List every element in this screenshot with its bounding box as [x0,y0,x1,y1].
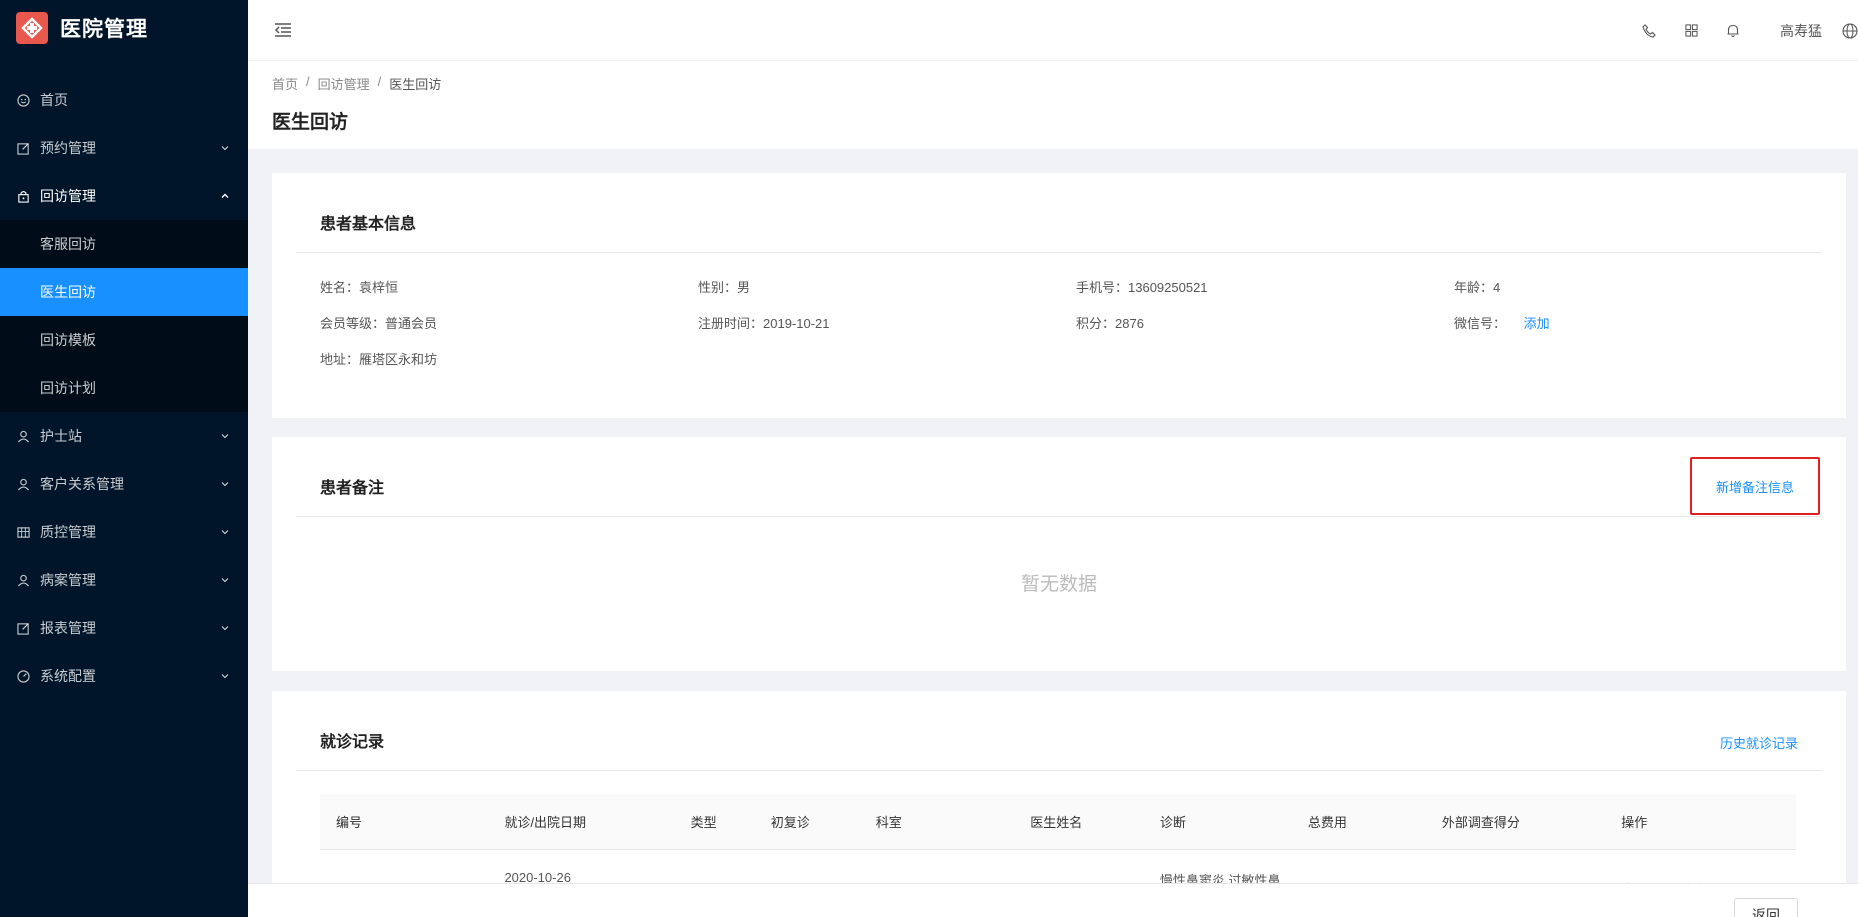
bell-icon[interactable] [1725,23,1741,39]
column-header: 类型 [674,794,755,850]
table-icon [16,525,30,539]
patient-member-level: 会员等级：普通会员 [320,316,438,331]
patient-address: 地址：雁塔区永和坊 [320,352,438,367]
card-title: 患者备注 [320,480,385,497]
column-header: 初复诊 [754,794,860,850]
breadcrumb-separator: / [377,74,382,89]
sidebar-item-label: 病案管理 [40,572,96,588]
sidebar-item-label: 系统配置 [40,668,96,684]
chevron-down-icon [221,626,229,631]
column-header: 外部调查得分 [1425,794,1606,850]
empty-state: 暂无数据 [1020,574,1097,595]
card-title: 患者基本信息 [320,216,417,233]
breadcrumb-separator: / [306,74,310,89]
breadcrumb-home[interactable]: 首页 [272,74,298,93]
lock-box-icon [16,189,30,203]
back-button[interactable]: 返回 [1734,898,1798,917]
column-header: 科室 [859,794,1015,850]
chevron-down-icon [221,530,229,535]
user-icon [16,429,30,443]
sidebar-item-followup[interactable]: 回访管理 [0,172,248,220]
sidebar-item-nurse-station[interactable]: 护士站 [0,412,248,460]
footer-bar: 返回 [248,883,1858,917]
add-wechat-link[interactable]: 添加 [1524,316,1550,331]
sidebar-item-label: 客户关系管理 [40,476,124,492]
column-header: 编号 [320,794,489,850]
column-header: 诊断 [1143,794,1292,850]
column-header: 操作 [1605,794,1796,850]
followup-submenu: 客服回访 医生回访 回访模板 回访计划 [0,220,248,412]
page-title: 医生回访 [272,112,349,133]
column-header: 医生姓名 [1014,794,1144,850]
edit-icon [16,141,30,155]
chevron-down-icon [221,482,229,487]
sidebar-item-home[interactable]: 首页 [0,76,248,124]
logo[interactable]: 医院管理 [0,0,248,56]
breadcrumb: 首页 / 回访管理 / 医生回访 [272,74,1834,93]
patient-wechat: 微信号： 添加 [1454,313,1832,332]
patient-phone: 手机号：13609250521 [1076,280,1208,295]
card-header: 就诊记录 历史就诊记录 [296,691,1822,771]
breadcrumb-section[interactable]: 回访管理 [318,74,370,93]
app-title: 医院管理 [60,18,148,41]
sidebar-subitem-service-followup[interactable]: 客服回访 [0,220,248,268]
sidebar-item-label: 报表管理 [40,620,96,636]
header-actions: 高寿猛 [1628,0,1858,61]
chevron-down-icon [221,578,229,583]
card-header: 患者基本信息 [296,173,1822,253]
user-icon [16,573,30,587]
chevron-down-icon [221,146,229,151]
menu-fold-icon[interactable] [272,19,294,41]
breadcrumb-current: 医生回访 [389,77,442,92]
add-note-highlight: 新增备注信息 [1690,457,1820,515]
patient-info-grid: 姓名：袁梓恒 性别：男 手机号：13609250521 年龄：4 会员等级：普通… [272,253,1846,368]
patient-gender: 性别：男 [698,280,751,295]
side-menu: 首页 预约管理 回访管理 客服回访 医生回访 回访模板 回访计划 护士站 客户关… [0,76,248,700]
top-header: 高寿猛 [248,0,1858,61]
card-title: 就诊记录 [320,734,385,751]
sidebar-item-label: 护士站 [40,428,82,444]
patient-notes-card: 患者备注 暂无数据 [272,437,1846,671]
history-visits-link[interactable]: 历史就诊记录 [1720,733,1798,752]
patient-register-time: 注册时间：2019-10-21 [698,316,830,331]
sidebar-subitem-followup-plan[interactable]: 回访计划 [0,364,248,412]
sidebar-item-appointments[interactable]: 预约管理 [0,124,248,172]
sidebar-item-medical-records[interactable]: 病案管理 [0,556,248,604]
column-header: 总费用 [1291,794,1426,850]
patient-info-card: 患者基本信息 姓名：袁梓恒 性别：男 手机号：13609250521 年龄：4 … [272,173,1846,418]
patient-age: 年龄：4 [1454,280,1501,295]
sidebar-subitem-doctor-followup[interactable]: 医生回访 [0,268,248,316]
wechat-label: 微信号： [1454,316,1507,331]
sidebar-item-reports[interactable]: 报表管理 [0,604,248,652]
sidebar-item-label: 预约管理 [40,140,96,156]
sidebar-item-crm[interactable]: 客户关系管理 [0,460,248,508]
chevron-down-icon [221,434,229,439]
sidebar-item-label: 首页 [40,92,68,108]
sidebar-subitem-followup-template[interactable]: 回访模板 [0,316,248,364]
patient-name: 姓名：袁梓恒 [320,280,399,295]
sidebar-item-label: 质控管理 [40,524,96,540]
sidebar: 医院管理 首页 预约管理 回访管理 客服回访 医生回访 回访模板 回访计划 护士… [0,0,248,917]
table-header-row: 编号 就诊/出院日期 类型 初复诊 科室 医生姓名 诊断 总费用 外部调查得分 … [320,794,1796,850]
phone-icon[interactable] [1641,23,1657,39]
globe-icon[interactable] [1842,22,1858,39]
chevron-down-icon [221,674,229,679]
column-header: 就诊/出院日期 [488,794,675,850]
card-header: 患者备注 [296,437,1822,517]
page-header: 首页 / 回访管理 / 医生回访 医生回访 [248,61,1858,149]
dashboard-icon [16,669,30,683]
apps-grid-icon[interactable] [1683,23,1699,39]
smile-icon [16,93,30,107]
user-icon [16,477,30,491]
add-note-button[interactable]: 新增备注信息 [1716,477,1794,496]
sidebar-item-quality-control[interactable]: 质控管理 [0,508,248,556]
sidebar-item-system-config[interactable]: 系统配置 [0,652,248,700]
chevron-up-icon [221,193,229,198]
edit-icon [16,621,30,635]
user-name[interactable]: 高寿猛 [1780,21,1822,41]
patient-points: 积分：2876 [1076,316,1144,331]
hospital-logo-icon [16,12,48,44]
sidebar-item-label: 回访管理 [40,188,96,204]
